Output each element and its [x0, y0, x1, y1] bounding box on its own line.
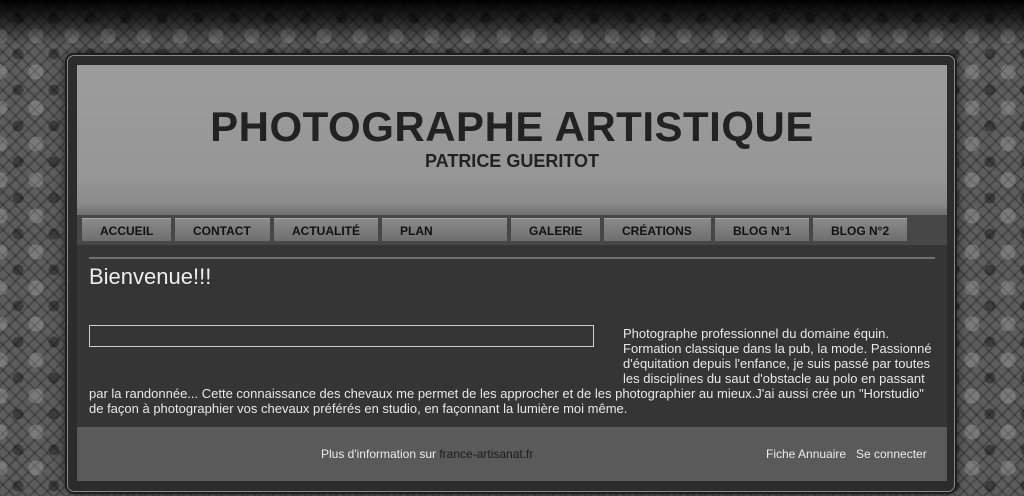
nav-item-actualite[interactable]: ACTUALITÉ — [274, 218, 378, 241]
main-navigation: ACCUEIL CONTACT ACTUALITÉ PLAN GALERIE C… — [77, 215, 947, 245]
nav-item-blog-2[interactable]: BLOG N°2 — [813, 218, 907, 241]
site-subtitle: PATRICE GUERITOT — [424, 151, 599, 171]
content-divider — [89, 257, 935, 259]
nav-item-plan[interactable]: PLAN — [382, 218, 507, 241]
site-header: PHOTOGRAPHE ARTISTIQUE PATRICE GUERITOT — [77, 65, 947, 215]
site-title: PHOTOGRAPHE ARTISTIQUE — [210, 103, 814, 150]
welcome-heading: Bienvenue!!! — [89, 264, 212, 289]
page-top-shade — [0, 0, 1024, 46]
fiche-annuaire-link[interactable]: Fiche Annuaire — [766, 447, 846, 461]
nav-item-accueil[interactable]: ACCUEIL — [82, 218, 171, 241]
nav-item-galerie[interactable]: GALERIE — [511, 218, 600, 241]
footer-info-prefix: Plus d'information sur — [321, 447, 440, 461]
main-content: Bienvenue!!! Photographe professionnel d… — [77, 245, 947, 427]
nav-item-contact[interactable]: CONTACT — [175, 218, 270, 241]
se-connecter-link[interactable]: Se connecter — [856, 447, 927, 461]
france-artisanat-link[interactable]: france-artisanat.fr — [439, 447, 533, 461]
site-footer: Plus d'information sur france-artisanat.… — [77, 427, 947, 481]
intro-paragraph: Photographe professionnel du domaine équ… — [89, 326, 935, 416]
nav-item-creations[interactable]: CRÉATIONS — [604, 218, 711, 241]
footer-info: Plus d'information sur france-artisanat.… — [321, 447, 533, 461]
nav-item-blog-1[interactable]: BLOG N°1 — [715, 218, 809, 241]
